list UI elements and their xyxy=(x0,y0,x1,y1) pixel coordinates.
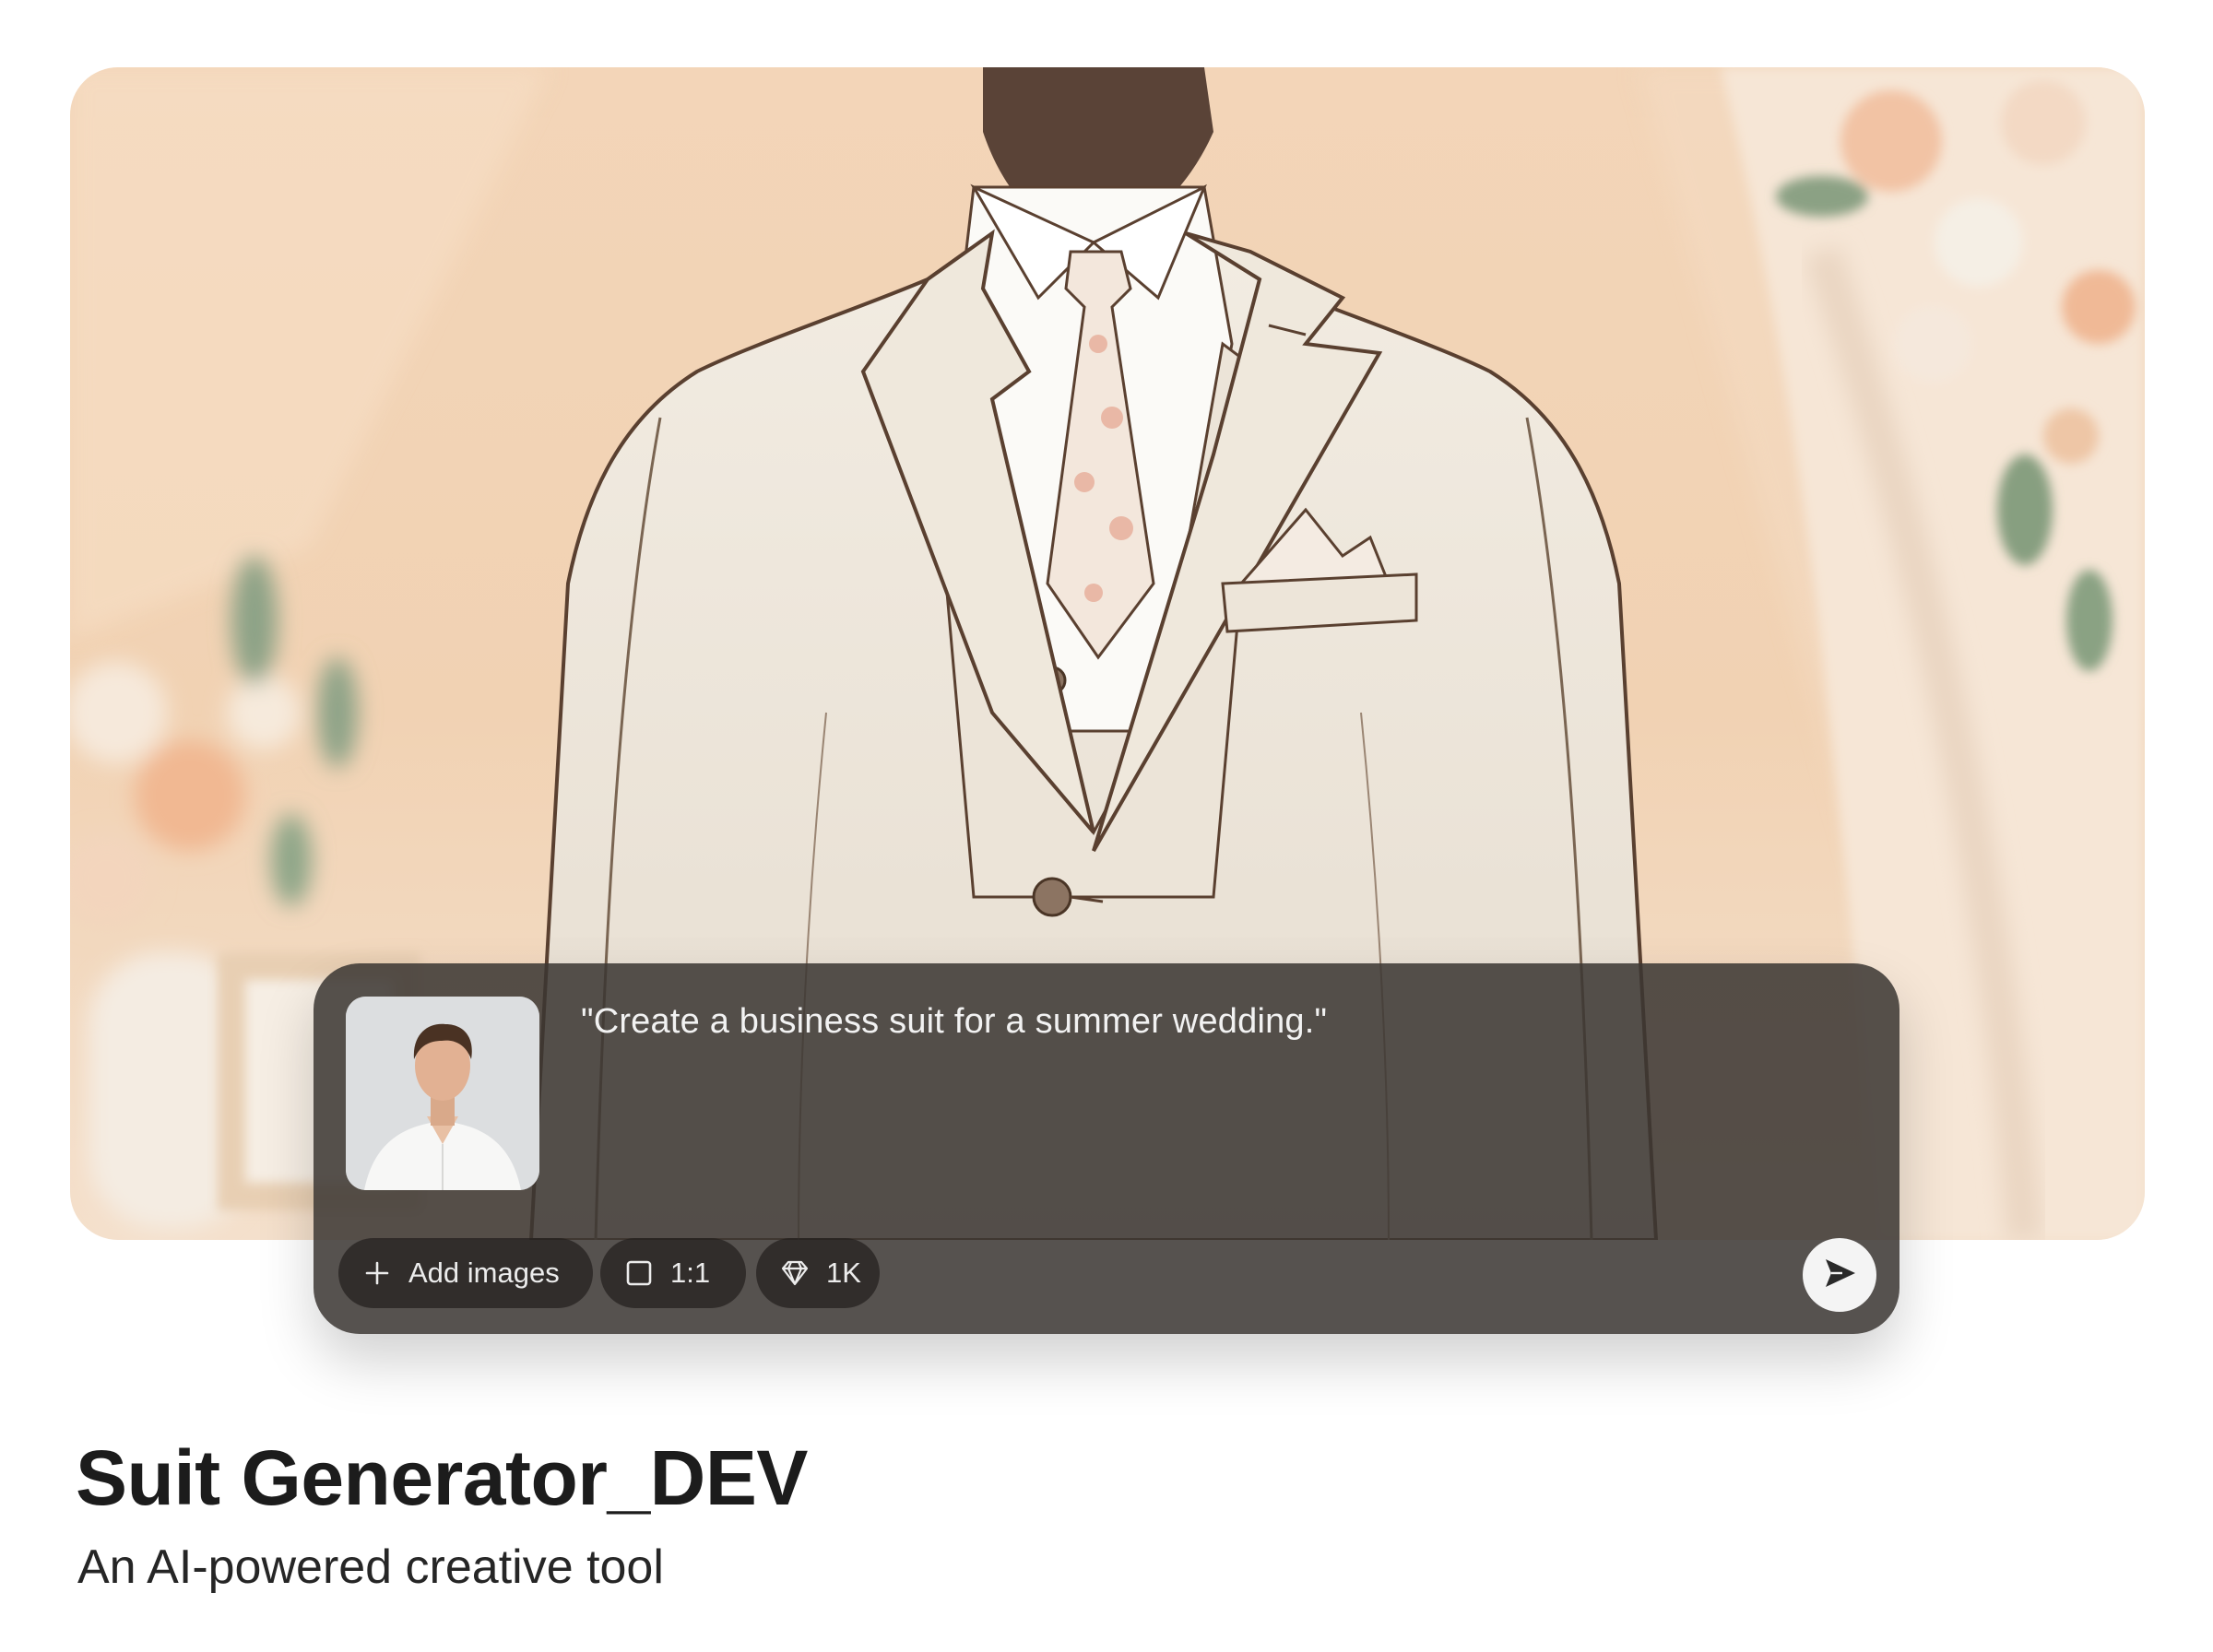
prompt-text[interactable]: "Create a business suit for a summer wed… xyxy=(581,1002,1327,1042)
send-icon xyxy=(1820,1254,1859,1297)
aspect-ratio-label: 1:1 xyxy=(670,1257,711,1289)
person-photo xyxy=(346,997,539,1190)
plus-icon xyxy=(362,1258,392,1288)
resolution-button[interactable]: 1K xyxy=(756,1238,880,1308)
aspect-ratio-button[interactable]: 1:1 xyxy=(600,1238,746,1308)
diamond-icon xyxy=(780,1258,810,1288)
app-subtitle: An AI-powered creative tool xyxy=(77,1540,664,1594)
send-button[interactable] xyxy=(1803,1238,1876,1312)
add-images-button[interactable]: Add images xyxy=(338,1238,593,1308)
app-title: Suit Generator_DEV xyxy=(76,1434,808,1521)
prompt-card[interactable]: "Create a business suit for a summer wed… xyxy=(314,963,1899,1334)
square-icon xyxy=(624,1258,654,1288)
reference-image-thumbnail[interactable] xyxy=(346,997,539,1190)
add-images-label: Add images xyxy=(408,1257,560,1289)
resolution-label: 1K xyxy=(826,1257,861,1289)
